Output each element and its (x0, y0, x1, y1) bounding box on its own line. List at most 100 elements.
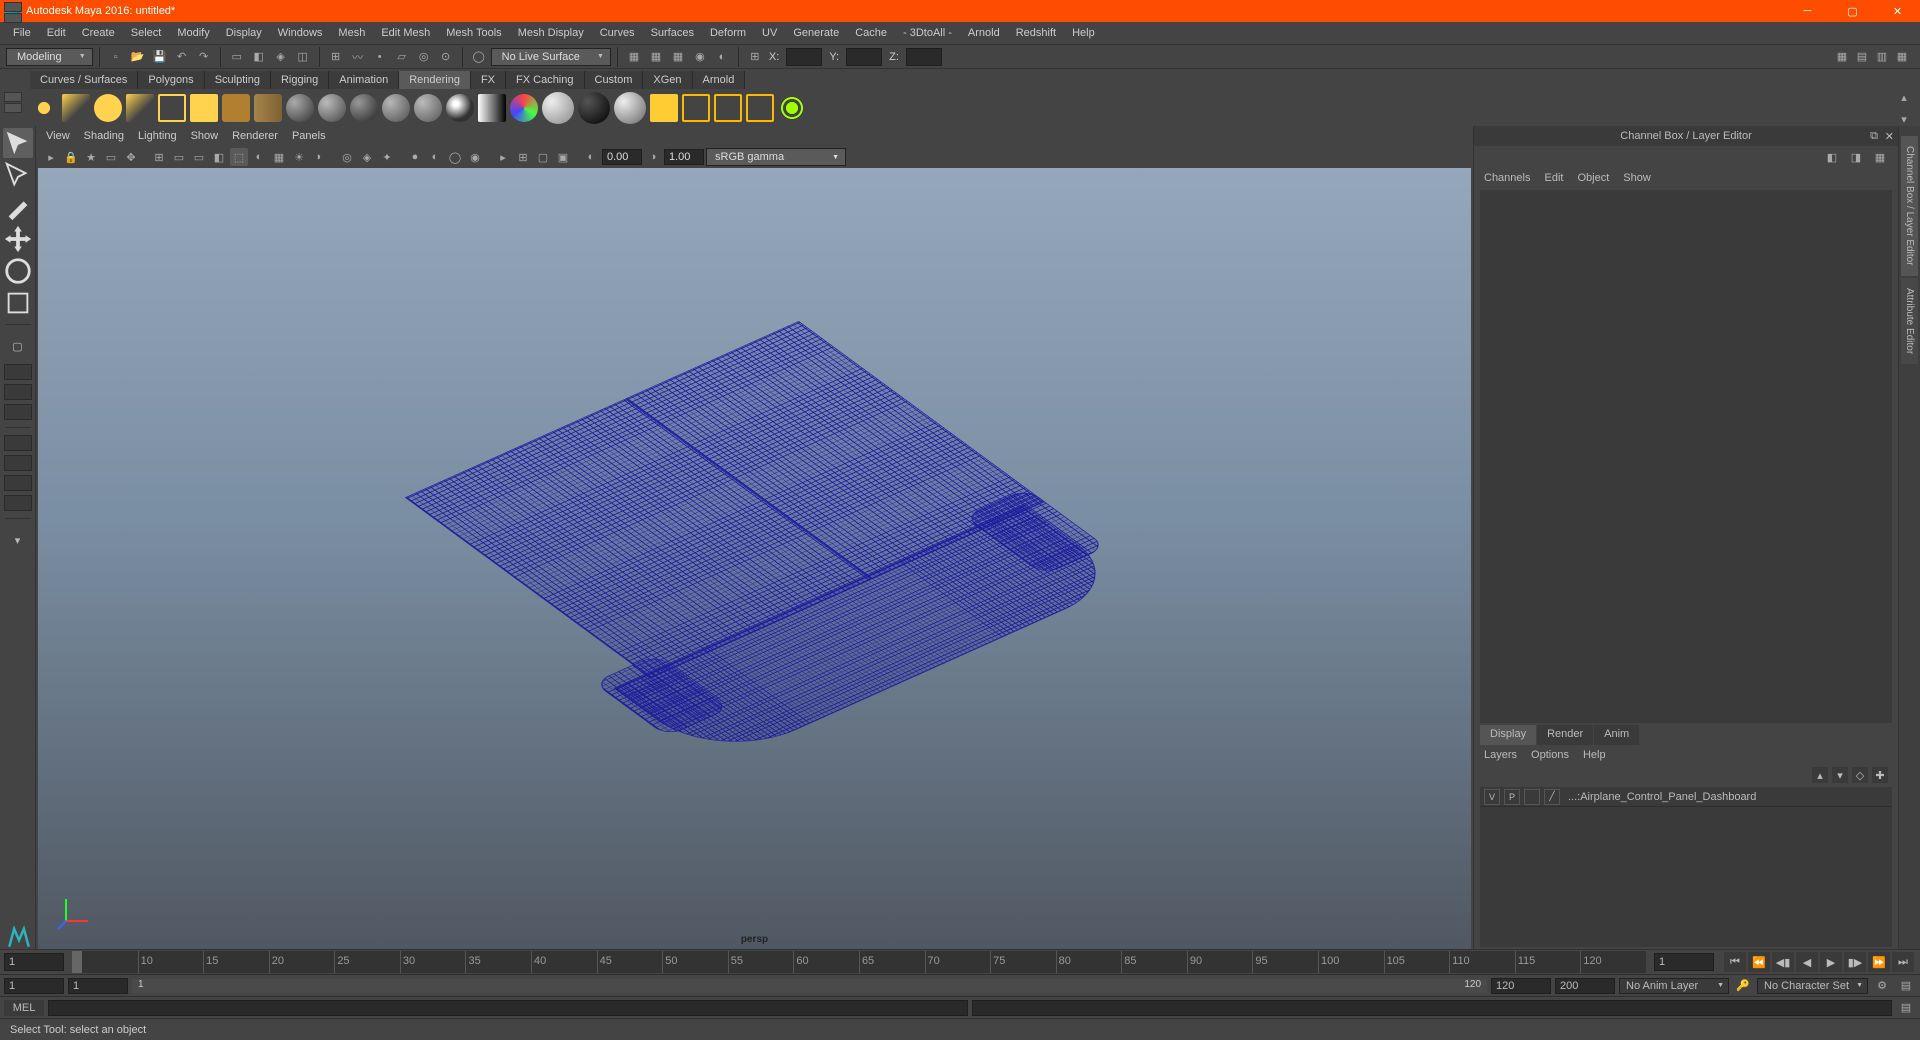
cb-channels[interactable]: Channels (1484, 172, 1530, 184)
open-scene-icon[interactable]: 📂 (128, 47, 148, 67)
menu-select[interactable]: Select (124, 25, 169, 41)
menu-mesh[interactable]: Mesh (331, 25, 372, 41)
hypershade-icon[interactable] (746, 94, 774, 122)
layers-help[interactable]: Help (1583, 749, 1606, 761)
rotate-tool[interactable] (3, 256, 33, 286)
step-fwd-icon[interactable]: ▮▶ (1844, 952, 1866, 972)
y-field[interactable] (846, 48, 882, 66)
anim-layer-dropdown[interactable]: No Anim Layer (1619, 978, 1729, 994)
gamma2-icon[interactable]: ◑ (644, 148, 662, 166)
snap-live-icon[interactable]: ◎ (414, 47, 434, 67)
close-button[interactable]: ✕ (1875, 0, 1920, 22)
lights-icon[interactable]: ☀ (290, 148, 308, 166)
color-mgmt-dropdown[interactable]: sRGB gamma (706, 148, 846, 166)
modeling-toolkit-icon[interactable]: ▦ (1832, 47, 1852, 67)
playback-prefs-icon[interactable]: ⚙ (1872, 976, 1892, 996)
uv-editor-icon[interactable] (714, 94, 742, 122)
current-frame-field-right[interactable]: 1 (1654, 953, 1714, 971)
texture-editor-icon[interactable] (682, 94, 710, 122)
channel-box-icon[interactable]: ▦ (1892, 47, 1912, 67)
menu-cache[interactable]: Cache (848, 25, 894, 41)
layered-shader-icon[interactable] (510, 94, 538, 122)
shelf-xgen[interactable]: XGen (643, 71, 692, 89)
shelf-sculpting[interactable]: Sculpting (205, 71, 271, 89)
xray-icon[interactable]: ◈ (358, 148, 376, 166)
panel-shading[interactable]: Shading (84, 130, 124, 142)
cb-object[interactable]: Object (1577, 172, 1609, 184)
snap2-icon[interactable]: ▢ (534, 148, 552, 166)
viewport-persp[interactable]: persp (38, 168, 1471, 949)
bookmark-icon[interactable]: ★ (82, 148, 100, 166)
ambient-light-icon[interactable] (158, 94, 186, 122)
menu-set-dropdown[interactable]: Modeling (6, 48, 93, 66)
layer-name[interactable]: ...:Airplane_Control_Panel_Dashboard (1564, 791, 1888, 803)
command-input[interactable] (48, 1000, 968, 1016)
menu-modify[interactable]: Modify (170, 25, 216, 41)
motion-blur-icon[interactable]: ◐ (426, 148, 444, 166)
script-lang-button[interactable]: MEL (4, 1000, 44, 1016)
shelf-polygons[interactable]: Polygons (138, 71, 204, 89)
menu-generate[interactable]: Generate (786, 25, 846, 41)
paint-select-tool[interactable] (3, 192, 33, 222)
layer-move-up-icon[interactable]: ▴ (1812, 767, 1828, 783)
layout-opt3-icon[interactable] (4, 475, 32, 491)
panel-popout-icon[interactable]: ⧉ (1870, 130, 1878, 143)
expose-icon[interactable]: ▸ (494, 148, 512, 166)
menu-file[interactable]: File (6, 25, 38, 41)
gamma-icon[interactable]: ◐ (582, 148, 600, 166)
z-field[interactable] (906, 48, 942, 66)
layer-tab-render[interactable]: Render (1537, 725, 1593, 745)
tab-channel-box[interactable]: Channel Box / Layer Editor (1901, 136, 1918, 276)
directional-light-icon[interactable] (30, 94, 58, 122)
play-fwd-icon[interactable]: ▶ (1820, 952, 1842, 972)
layout-single-icon[interactable]: ▢ (3, 331, 33, 361)
image-plane-icon[interactable]: ▭ (102, 148, 120, 166)
layer-type-cell[interactable] (1524, 789, 1540, 805)
layer-new-icon[interactable]: ✚ (1872, 767, 1888, 783)
menu-help[interactable]: Help (1065, 25, 1102, 41)
select-tool[interactable] (3, 128, 33, 158)
play-back-icon[interactable]: ◀ (1796, 952, 1818, 972)
character-set-dropdown[interactable]: No Character Set (1757, 978, 1868, 994)
panel-panels[interactable]: Panels (292, 130, 326, 142)
shelf-custom[interactable]: Custom (585, 71, 644, 89)
res-gate-icon[interactable]: ▭ (190, 148, 208, 166)
snap-curve-icon[interactable]: 〰 (348, 47, 368, 67)
render-globals-icon[interactable]: ◐ (712, 47, 732, 67)
tab-attribute-editor[interactable]: Attribute Editor (1901, 278, 1918, 364)
cam-select-icon[interactable]: ▸ (42, 148, 60, 166)
layout-more-icon[interactable]: ▾ (3, 525, 33, 555)
menu-arnold[interactable]: Arnold (961, 25, 1007, 41)
panel-renderer[interactable]: Renderer (232, 130, 278, 142)
blinn-material-icon[interactable] (286, 94, 314, 122)
minimize-button[interactable]: ─ (1785, 0, 1830, 22)
menu-3dtoall[interactable]: - 3DtoAll - (896, 25, 959, 41)
cb-show[interactable]: Show (1623, 172, 1651, 184)
snap-plane-icon[interactable]: ▱ (392, 47, 412, 67)
shelf-fxcaching[interactable]: FX Caching (506, 71, 584, 89)
time-ruler[interactable]: 5101520253035404550556065707580859095100… (72, 951, 1646, 973)
layer-playback-cell[interactable]: P (1504, 789, 1520, 805)
panel-close-icon[interactable]: ✕ (1885, 130, 1894, 143)
3d-paint-icon[interactable] (650, 94, 678, 122)
anim-prefs-icon[interactable]: ▤ (1896, 976, 1916, 996)
spot-light-icon[interactable] (62, 94, 90, 122)
snap-grid-icon[interactable]: ⊞ (326, 47, 346, 67)
shelf-curves[interactable]: Curves / Surfaces (30, 71, 138, 89)
gate-mask-icon[interactable]: ◧ (210, 148, 228, 166)
menu-mesh-display[interactable]: Mesh Display (511, 25, 591, 41)
cb-icon3[interactable]: ▦ (1870, 147, 1890, 167)
cb-icon1[interactable]: ◧ (1822, 147, 1842, 167)
script-editor-icon[interactable]: ▤ (1896, 998, 1916, 1018)
layer-ref-cell[interactable]: ╱ (1544, 789, 1560, 805)
snap3-icon[interactable]: ▣ (554, 148, 572, 166)
render-frame-icon[interactable]: ▦ (624, 47, 644, 67)
lasso-tool[interactable] (3, 160, 33, 190)
ipr-render-icon[interactable]: ▦ (646, 47, 666, 67)
phong-material-icon[interactable] (350, 94, 378, 122)
menu-uv[interactable]: UV (755, 25, 784, 41)
textured-icon[interactable]: ▦ (270, 148, 288, 166)
move-tool[interactable] (3, 224, 33, 254)
phonge-material-icon[interactable] (382, 94, 410, 122)
menu-display[interactable]: Display (219, 25, 269, 41)
